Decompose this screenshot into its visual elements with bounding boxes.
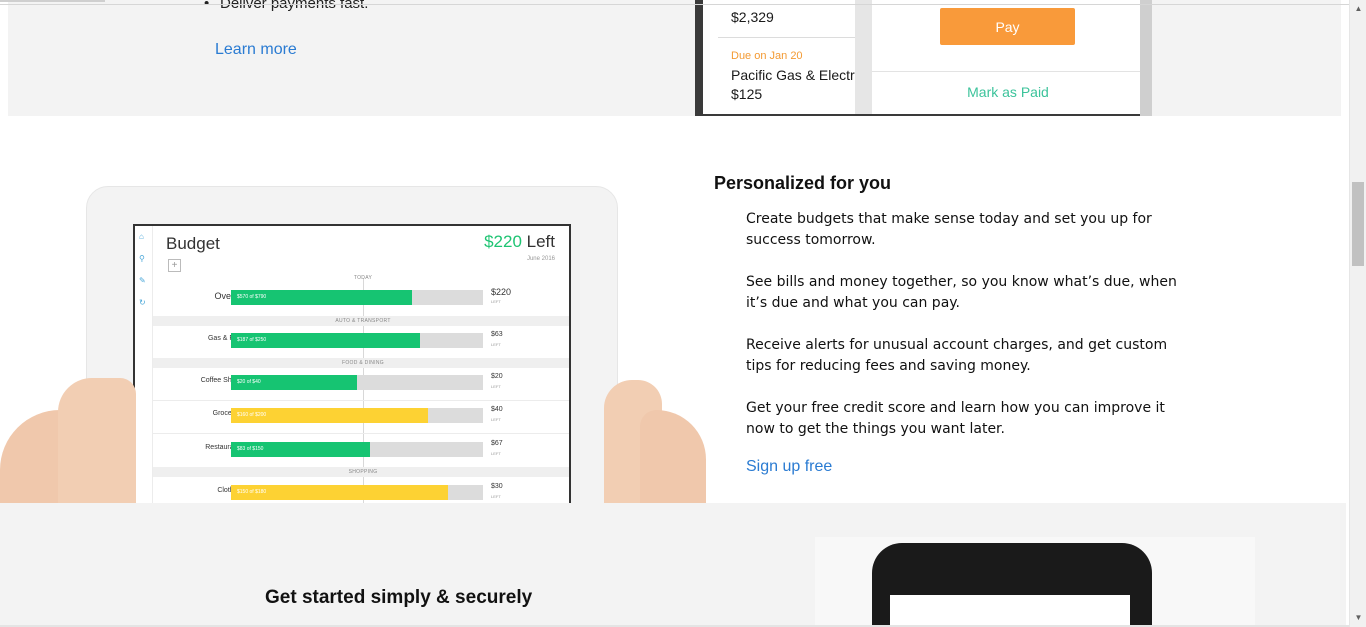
left-word: Left (526, 232, 555, 251)
budget-remaining-caption: LEFT (491, 384, 501, 389)
budget-progress-text: $20 of $40 (237, 379, 261, 385)
feature-paragraph: Get your free credit score and learn how… (746, 400, 1165, 437)
budget-progress-text: $187 of $250 (237, 337, 267, 343)
top-border (0, 4, 1350, 5)
left-thumb (58, 378, 136, 503)
budget-progress-track: $160 of $200 (231, 408, 483, 423)
divider (718, 37, 855, 38)
budget-remaining-value: $20 (491, 373, 503, 380)
budget-progress-fill: $20 of $40 (231, 375, 357, 390)
feature-paragraph: Receive alerts for unusual account charg… (746, 337, 1168, 374)
budget-remaining-value: $30 (491, 483, 503, 490)
budget-progress-text: $160 of $200 (237, 412, 267, 418)
due-date: Due on Jan 20 (731, 50, 803, 62)
budget-progress-fill: $570 of $790 (231, 290, 413, 305)
section-label-auto: AUTO & TRANSPORT (153, 316, 569, 326)
scroll-down-arrow-icon[interactable]: ▼ (1350, 611, 1366, 625)
budget-row: Coffee Shops $20 of $40 $20 LEFT (153, 371, 569, 395)
payee-amount: $125 (731, 86, 763, 102)
right-hand (640, 410, 706, 505)
get-started-heading: Get started simply & securely (265, 587, 533, 608)
budget-remaining-caption: LEFT (491, 417, 501, 422)
budget-row: Groceries $160 of $200 $40 LEFT (153, 404, 569, 428)
budget-row: Clothing$150 of $180$30LEFT (153, 481, 569, 505)
phone-edge (1140, 0, 1152, 116)
get-started-section: Get started simply & securely (0, 503, 1346, 627)
pay-button[interactable]: Pay (940, 8, 1075, 45)
budget-remaining-caption: LEFT (491, 494, 501, 499)
budget-row: Gas & Fuel $187 of $250 $63 LEFT (153, 329, 569, 353)
budget-remaining-caption: LEFT (491, 342, 501, 347)
top-tab-edge (0, 0, 105, 2)
budget-row: Restaurants $83 of $150 $67 LEFT (153, 438, 569, 462)
budget-progress-track: $187 of $250 (231, 333, 483, 348)
row-divider (153, 400, 569, 401)
personalized-heading: Personalized for you (714, 173, 892, 193)
section-label-today: TODAY (353, 275, 373, 281)
budget-remaining-caption: LEFT (491, 451, 501, 456)
budget-progress-text: $83 of $150 (237, 446, 264, 452)
budget-progress-fill: $83 of $150 (231, 442, 370, 457)
section-label-shopping: SHOPPING (153, 467, 569, 477)
budget-title: Budget (166, 234, 220, 253)
budget-progress-fill: $160 of $200 (231, 408, 428, 423)
budget-remaining-value: $63 (491, 331, 503, 338)
bills-section: Deliver payments fast. Learn more $2,329… (8, 0, 1341, 116)
budget-progress-track: $570 of $790 (231, 290, 483, 305)
budget-remaining-value: $220 (491, 287, 512, 297)
refresh-icon: ↻ (139, 298, 146, 307)
budget-progress-fill: $150 of $180 (231, 485, 448, 500)
scrollbar-thumb[interactable] (1352, 182, 1364, 266)
phone-mockup: $2,329 Due on Jan 20 Pacific Gas & Elect… (695, 0, 1152, 116)
payee-name: Pacific Gas & Electric (731, 67, 855, 83)
learn-more-link[interactable]: Learn more (215, 41, 297, 59)
today-marker (363, 278, 364, 512)
budget-left: $220 Left (484, 232, 555, 252)
search-icon: ⚲ (139, 254, 145, 263)
tablet-sidebar: ⌂ ⚲ ✎ ↻ (135, 226, 153, 512)
vertical-scrollbar[interactable]: ▲ ▼ (1349, 0, 1366, 627)
budget-progress-text: $570 of $790 (237, 294, 267, 300)
budget-screen: ⌂ ⚲ ✎ ↻ Budget + $220 Left June 2016 TOD… (133, 224, 571, 514)
scroll-up-arrow-icon[interactable]: ▲ (1350, 2, 1366, 16)
divider (872, 71, 1140, 72)
mark-as-paid-button[interactable]: Mark as Paid (872, 84, 1144, 100)
budget-row: Overall $570 of $790 $220 LEFT (153, 286, 569, 310)
add-icon: + (168, 259, 181, 272)
row-divider (153, 433, 569, 434)
budget-progress-fill: $187 of $250 (231, 333, 420, 348)
edit-icon: ✎ (139, 276, 146, 285)
phone-gap (855, 0, 872, 114)
feature-paragraph: Create budgets that make sense today and… (746, 211, 1152, 248)
budget-remaining-value: $67 (491, 440, 503, 447)
budget-progress-track: $83 of $150 (231, 442, 483, 457)
budget-progress-track: $150 of $180 (231, 485, 483, 500)
feature-paragraph: See bills and money together, so you kno… (746, 274, 1177, 311)
budget-progress-text: $150 of $180 (237, 489, 267, 495)
bill-detail: Pay Mark as Paid (872, 0, 1140, 114)
budget-progress-track: $20 of $40 (231, 375, 483, 390)
bills-list: $2,329 Due on Jan 20 Pacific Gas & Elect… (703, 0, 855, 114)
left-amount: $220 (484, 232, 522, 251)
sign-up-free-link[interactable]: Sign up free (746, 458, 832, 476)
budget-remaining-caption: LEFT (491, 299, 501, 304)
home-icon: ⌂ (139, 232, 144, 241)
page: Deliver payments fast. Learn more $2,329… (0, 0, 1366, 627)
bill-amount: $2,329 (731, 9, 774, 25)
bullet-item: Deliver payments fast. (204, 0, 368, 12)
phone-mockup-bottom (872, 543, 1152, 627)
budget-month: June 2016 (526, 256, 555, 262)
section-label-food: FOOD & DINING (153, 358, 569, 368)
phone-screen (890, 595, 1130, 627)
budget-remaining-value: $40 (491, 406, 503, 413)
